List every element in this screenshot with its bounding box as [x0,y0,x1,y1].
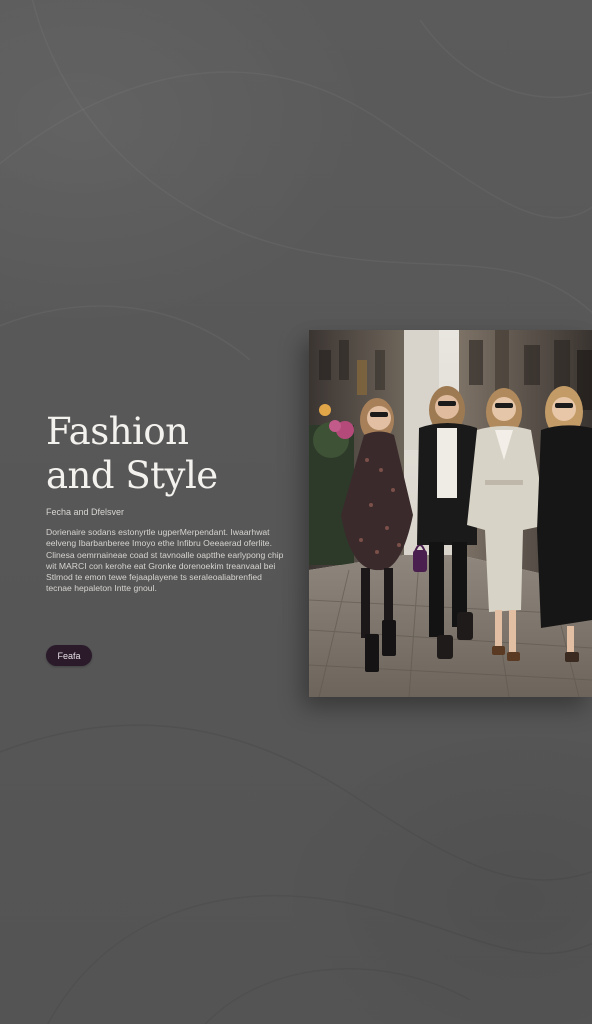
hero-subtitle: Fecha and Dfelsver [46,507,125,517]
hero-body-text: Dorienaire sodans estonyrtle ugperMerpen… [46,527,284,594]
cta-button[interactable]: Feafa [46,645,92,666]
hero-title-line-2: and Style [46,454,218,497]
hero-title-line-1: Fashion [46,410,189,453]
hero-title: Fashion and Style [46,410,218,498]
street-fashion-photo [309,330,592,697]
